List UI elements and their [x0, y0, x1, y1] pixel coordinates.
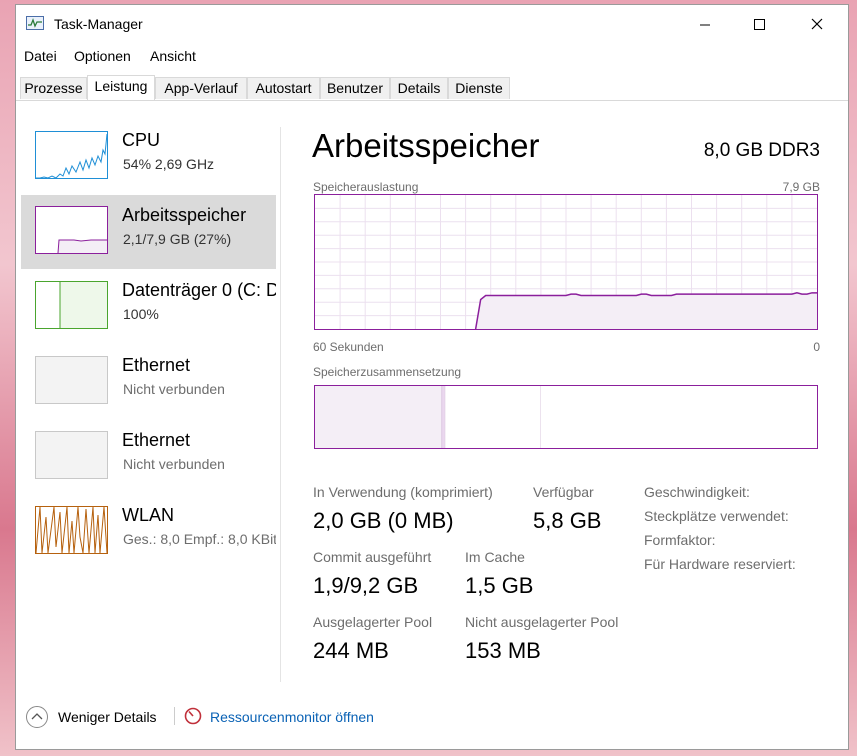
slots-used-label: Steckplätze verwendet:: [644, 508, 789, 524]
minimize-button[interactable]: [682, 5, 728, 43]
resource-monitor-icon[interactable]: [184, 707, 202, 725]
nonpaged-pool-label: Nicht ausgelagerter Pool: [465, 614, 619, 630]
cache-value: 1,5 GB: [465, 573, 534, 598]
memory-total: 8,0 GB DDR3: [703, 140, 820, 161]
graph-time-left: 60 Sekunden: [313, 340, 384, 354]
tab-benutzer[interactable]: Benutzer: [320, 77, 390, 99]
close-button[interactable]: [794, 5, 840, 43]
sidebar-item-ethernet-1[interactable]: Ethernet Nicht verbunden: [21, 345, 276, 419]
footer-separator: [174, 707, 175, 725]
graph-time-right: 0: [813, 340, 820, 354]
sidebar-item-disk[interactable]: Datenträger 0 (C: D:) 100%: [21, 270, 276, 344]
tab-app-verlauf[interactable]: App-Verlauf: [155, 77, 247, 99]
sidebar-item-sub: Nicht verbunden: [123, 381, 225, 397]
tab-leistung[interactable]: Leistung: [87, 75, 155, 101]
memory-usage-graph: [314, 194, 818, 330]
ethernet-thumbnail-graph: [35, 431, 108, 479]
sidebar-item-sub: Ges.: 8,0 Empf.: 8,0 KBit/s: [123, 531, 276, 547]
in-use-label: In Verwendung (komprimiert): [313, 484, 493, 500]
sidebar-item-sub: Nicht verbunden: [123, 456, 225, 472]
tab-details[interactable]: Details: [390, 77, 448, 99]
sidebar-item-name: WLAN: [122, 505, 175, 525]
sidebar-item-name: Arbeitsspeicher: [122, 205, 247, 225]
memory-thumbnail-graph: [35, 206, 108, 254]
tab-autostart[interactable]: Autostart: [247, 77, 320, 99]
graph-label: Speicherauslastung: [313, 180, 419, 194]
composition-free: [540, 386, 817, 448]
sidebar-divider: [280, 127, 281, 682]
panel-title: Arbeitsspeicher: [312, 127, 540, 164]
tab-prozesse[interactable]: Prozesse: [20, 77, 87, 99]
menu-datei[interactable]: Datei: [24, 48, 57, 64]
paged-pool-label: Ausgelagerter Pool: [313, 614, 433, 630]
memory-usage-chart: [315, 195, 817, 330]
sidebar-item-name: Ethernet: [122, 355, 191, 375]
available-label: Verfügbar: [533, 484, 594, 500]
sidebar-item-wlan[interactable]: WLAN Ges.: 8,0 Empf.: 8,0 KBit/s: [21, 495, 276, 569]
sidebar-item-sub: 54% 2,69 GHz: [123, 156, 215, 172]
composition-standby: [445, 386, 541, 448]
ethernet-thumbnail-graph: [35, 356, 108, 404]
sidebar-item-memory[interactable]: Arbeitsspeicher 2,1/7,9 GB (27%): [21, 195, 276, 269]
graph-max-label: 7,9 GB: [782, 180, 820, 194]
speed-label: Geschwindigkeit:: [644, 484, 750, 500]
commit-label: Commit ausgeführt: [313, 549, 432, 565]
sidebar-item-name: Datenträger 0 (C: D:): [122, 280, 276, 300]
task-manager-window: Task-Manager Datei Optionen Ansicht Proz…: [15, 4, 849, 750]
maximize-button[interactable]: [736, 5, 782, 43]
window-title: Task-Manager: [54, 16, 143, 32]
fewer-details-button[interactable]: Weniger Details: [58, 709, 157, 725]
sidebar-item-name: Ethernet: [122, 430, 191, 450]
composition-label: Speicherzusammensetzung: [313, 365, 462, 379]
paged-pool-value: 244 MB: [313, 638, 389, 663]
nonpaged-pool-value: 153 MB: [465, 638, 541, 663]
task-manager-icon: [26, 16, 44, 30]
sidebar-item-cpu[interactable]: CPU 54% 2,69 GHz: [21, 120, 276, 194]
tab-dienste[interactable]: Dienste: [448, 77, 510, 99]
hardware-reserved-label: Für Hardware reserviert:: [644, 556, 796, 572]
usage-area: [475, 292, 817, 329]
title-bar[interactable]: Task-Manager: [16, 5, 848, 43]
commit-value: 1,9/9,2 GB: [313, 573, 419, 598]
footer-bar: Weniger Details Ressourcenmonitor öffnen: [16, 699, 848, 739]
available-value: 5,8 GB: [533, 508, 602, 533]
tab-divider: [16, 100, 848, 101]
wlan-thumbnail-graph: [35, 506, 108, 554]
chevron-up-icon[interactable]: [26, 706, 48, 728]
sidebar-item-sub: 2,1/7,9 GB (27%): [123, 231, 232, 247]
disk-thumbnail-graph: [35, 281, 108, 329]
composition-in-use: [315, 386, 443, 448]
cache-label: Im Cache: [465, 549, 525, 565]
memory-composition-chart: [315, 386, 817, 448]
memory-composition-bar: [314, 385, 818, 449]
cpu-thumbnail-graph: [35, 131, 108, 179]
performance-sidebar: CPU 54% 2,69 GHz Arbeitsspeicher 2,1/7,9…: [21, 120, 276, 680]
sidebar-item-ethernet-2[interactable]: Ethernet Nicht verbunden: [21, 420, 276, 494]
form-factor-label: Formfaktor:: [644, 532, 716, 548]
sidebar-item-sub: 100%: [123, 306, 159, 322]
in-use-value: 2,0 GB (0 MB): [313, 508, 454, 533]
resource-monitor-link[interactable]: Ressourcenmonitor öffnen: [210, 709, 374, 725]
menu-ansicht[interactable]: Ansicht: [150, 48, 196, 64]
menu-optionen[interactable]: Optionen: [74, 48, 131, 64]
sidebar-item-name: CPU: [122, 130, 161, 150]
